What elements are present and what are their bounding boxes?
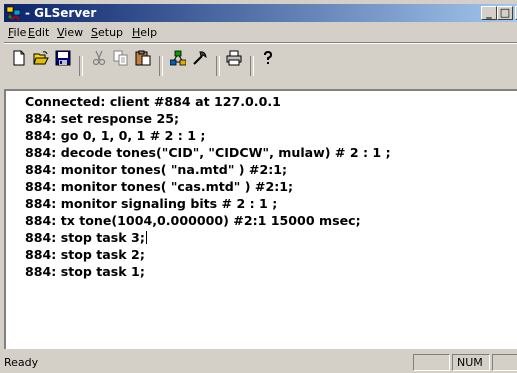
tool-icon xyxy=(193,51,207,65)
text-caret xyxy=(145,231,147,244)
status-pane-num: NUM xyxy=(452,354,490,371)
help-icon xyxy=(264,50,273,64)
log-line: 884: monitor tones( "cas.mtd" ) #2:1; xyxy=(25,179,294,194)
status-pane-scrl xyxy=(492,354,517,371)
cut-button[interactable] xyxy=(88,48,110,68)
toolbar-separator xyxy=(79,56,83,76)
menu-edit-accel: E xyxy=(28,26,35,39)
log-line: 884: set response 25; xyxy=(25,111,180,126)
log-line: 884: tx tone(1004,0.000000) #2:1 15000 m… xyxy=(25,213,361,228)
title-bar[interactable]: - GLServer _ □ X xyxy=(4,4,517,22)
log-line: 884: monitor tones( "na.mtd" ) #2:1; xyxy=(25,162,288,177)
menu-file-label: ile xyxy=(13,26,27,39)
log-line: 884: stop task 2; xyxy=(25,247,145,262)
status-bar: Ready NUM xyxy=(4,351,517,373)
print-button[interactable] xyxy=(223,48,245,68)
paste-icon xyxy=(135,50,151,66)
log-line: 884: go 0, 1, 0, 1 # 2 : 1 ; xyxy=(25,128,206,143)
menu-help-label: elp xyxy=(140,26,158,39)
tool-button[interactable] xyxy=(189,48,211,68)
menu-view-label: iew xyxy=(64,26,84,39)
menu-view[interactable]: View xyxy=(57,26,83,39)
menu-file[interactable]: File xyxy=(8,26,26,39)
log-line: Connected: client #884 at 127.0.0.1 xyxy=(25,94,281,109)
main-window: - GLServer _ □ X File Edit View Setup He… xyxy=(0,0,517,373)
copy-icon xyxy=(113,50,128,66)
network-button[interactable] xyxy=(167,48,189,68)
minimize-button[interactable]: _ xyxy=(481,6,497,20)
print-icon xyxy=(226,50,242,66)
status-pane-cap xyxy=(413,354,450,371)
open-button[interactable] xyxy=(30,48,52,68)
paste-button[interactable] xyxy=(132,48,154,68)
log-line-current: 884: stop task 3; xyxy=(25,229,391,246)
log-line-text: 884: stop task 3; xyxy=(25,230,145,245)
log-line: 884: stop task 1; xyxy=(25,264,145,279)
new-button[interactable] xyxy=(8,48,30,68)
network-icon xyxy=(170,50,186,66)
log-line: 884: monitor signaling bits # 2 : 1 ; xyxy=(25,196,278,211)
menu-help[interactable]: Help xyxy=(132,26,157,39)
menu-edit-label: dit xyxy=(34,26,50,39)
log-list: Connected: client #884 at 127.0.0.1 884:… xyxy=(25,93,391,280)
copy-button[interactable] xyxy=(110,48,132,68)
save-button[interactable] xyxy=(52,48,74,68)
toolbar-separator xyxy=(250,56,254,76)
status-text: Ready xyxy=(4,356,39,369)
log-line: 884: decode tones("CID", "CIDCW", mulaw)… xyxy=(25,145,391,160)
cut-icon xyxy=(92,50,106,66)
toolbar-separator xyxy=(216,56,220,76)
menu-setup[interactable]: Setup xyxy=(91,26,123,39)
help-button[interactable] xyxy=(257,48,279,68)
window-title: - GLServer xyxy=(25,6,97,20)
save-icon xyxy=(55,50,71,66)
menu-edit[interactable]: Edit xyxy=(28,26,49,39)
open-icon xyxy=(33,51,49,65)
menu-bar: File Edit View Setup Help xyxy=(4,23,517,41)
menu-setup-label: etup xyxy=(97,26,124,39)
maximize-button[interactable]: □ xyxy=(497,6,513,20)
toolbar-separator xyxy=(159,56,163,76)
menu-setup-accel: S xyxy=(91,26,98,39)
app-icon[interactable] xyxy=(6,5,22,21)
output-area[interactable]: Connected: client #884 at 127.0.0.1 884:… xyxy=(4,89,517,349)
new-icon xyxy=(13,50,25,66)
toolbar xyxy=(4,44,517,86)
